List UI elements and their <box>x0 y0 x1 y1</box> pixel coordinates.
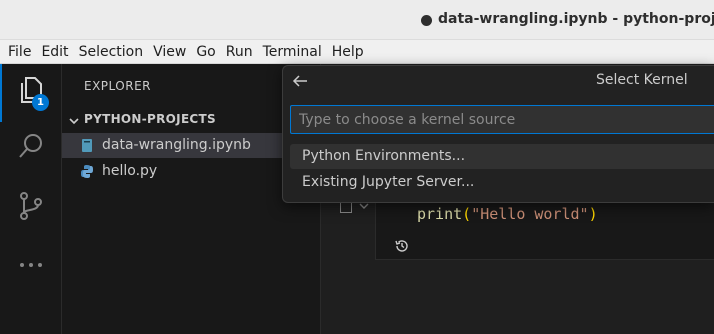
menu-view[interactable]: View <box>153 44 186 60</box>
code-string: "Hello world" <box>471 205 589 223</box>
menu-run[interactable]: Run <box>226 44 253 60</box>
code-paren-close: ) <box>588 205 598 223</box>
source-control-icon[interactable] <box>13 188 49 224</box>
explorer-title: EXPLORER <box>84 79 151 93</box>
file-name: data-wrangling.ipynb <box>102 137 251 153</box>
menu-edit[interactable]: Edit <box>41 44 68 60</box>
quick-pick-title: Select Kernel <box>596 72 688 88</box>
kernel-quick-pick: Select Kernel Python Environments... Exi… <box>282 65 714 203</box>
unsaved-dot-icon <box>421 15 432 26</box>
history-icon[interactable] <box>394 238 410 254</box>
activity-active-indicator <box>0 64 2 122</box>
code-function: print <box>417 205 463 223</box>
chevron-down-icon <box>69 118 79 125</box>
more-icon[interactable] <box>13 247 49 283</box>
python-icon <box>81 165 93 178</box>
file-name: hello.py <box>102 163 158 179</box>
kernel-option-existing-jupyter-server[interactable]: Existing Jupyter Server... <box>290 170 714 195</box>
kernel-source-input[interactable] <box>290 105 714 134</box>
menu-terminal[interactable]: Terminal <box>263 44 322 60</box>
code-paren-open: ( <box>462 205 472 223</box>
menu-help[interactable]: Help <box>332 44 364 60</box>
window-title: data-wrangling.ipynb - python-projects <box>438 11 714 27</box>
menu-go[interactable]: Go <box>196 44 215 60</box>
kernel-option-python-environments[interactable]: Python Environments... <box>290 144 714 169</box>
notebook-icon <box>82 139 92 152</box>
explorer-badge: 1 <box>32 94 49 111</box>
back-arrow-icon[interactable] <box>291 72 309 90</box>
menu-selection[interactable]: Selection <box>79 44 144 60</box>
window-titlebar: data-wrangling.ipynb - python-projects <box>0 0 714 40</box>
folder-name: PYTHON-PROJECTS <box>84 112 216 126</box>
search-icon[interactable] <box>13 128 49 164</box>
menubar: File Edit Selection View Go Run Terminal… <box>0 40 714 64</box>
menu-file[interactable]: File <box>8 44 31 60</box>
code-line[interactable]: print("Hello world") <box>417 205 598 223</box>
